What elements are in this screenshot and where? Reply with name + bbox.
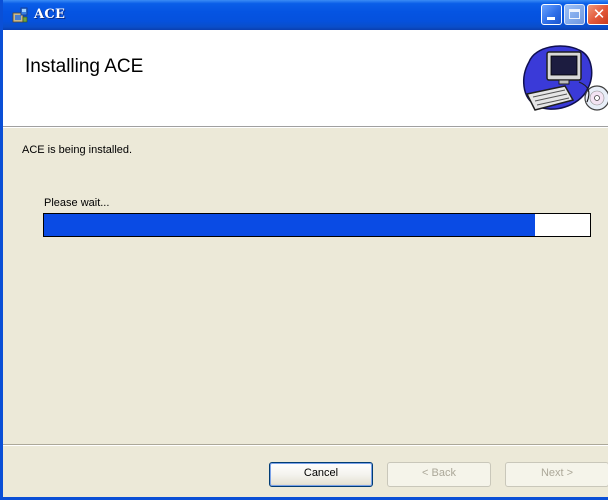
installer-window: ACE ✕ Installing ACE ACE is being instal…: [0, 0, 608, 500]
install-status-text: ACE is being installed.: [22, 144, 133, 156]
back-button: < Back: [387, 462, 491, 487]
minimize-button[interactable]: [541, 4, 562, 25]
next-button: Next >: [505, 462, 608, 487]
maximize-icon: [569, 9, 580, 19]
header-banner: Installing ACE: [3, 30, 608, 127]
title-bar[interactable]: ACE ✕: [3, 0, 608, 30]
install-progress-bar: [43, 213, 591, 237]
installer-app-icon: [12, 7, 28, 23]
close-button[interactable]: ✕: [587, 4, 608, 25]
computer-installer-icon: [523, 45, 608, 111]
progress-label: Please wait...: [44, 197, 110, 209]
window-title: ACE: [34, 7, 66, 22]
page-title: Installing ACE: [25, 56, 144, 77]
progress-fill: [44, 214, 535, 236]
banner-divider: [3, 127, 608, 128]
footer-divider-highlight: [3, 445, 608, 446]
close-icon: ✕: [592, 5, 606, 23]
cancel-button[interactable]: Cancel: [269, 462, 373, 487]
minimize-icon: [547, 17, 555, 20]
maximize-button: [564, 4, 585, 25]
